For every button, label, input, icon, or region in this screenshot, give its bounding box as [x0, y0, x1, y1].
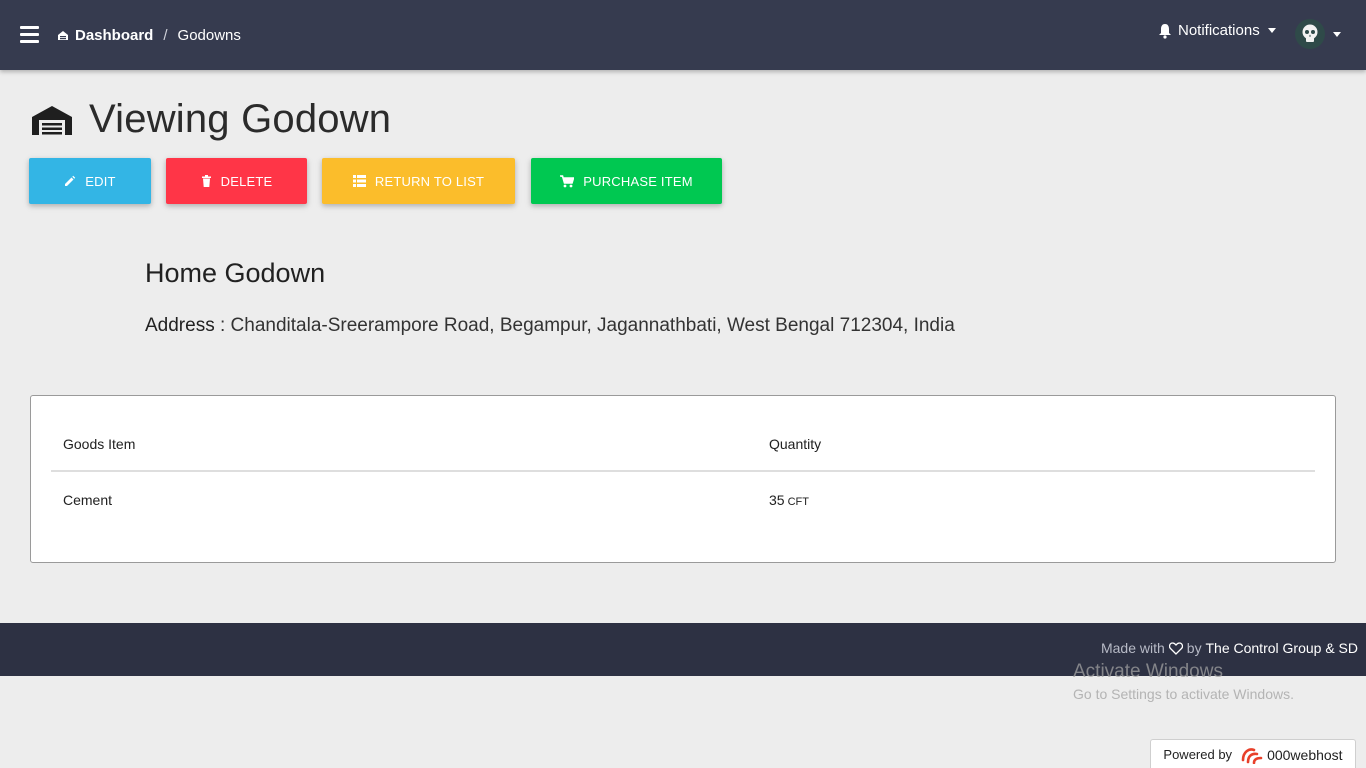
purchase-label: PURCHASE ITEM — [583, 173, 693, 189]
cell-quantity: 35 CFT — [769, 492, 809, 508]
chevron-down-icon — [1333, 31, 1341, 37]
delete-label: DELETE — [220, 173, 273, 189]
delete-button[interactable]: DELETE — [166, 158, 307, 204]
column-header-goods-item: Goods Item — [63, 436, 136, 452]
skull-icon — [1302, 24, 1318, 42]
purchase-item-button[interactable]: PURCHASE ITEM — [531, 158, 722, 204]
table-header: Goods Item Quantity — [51, 396, 1315, 472]
powered-by-label: Powered by — [1163, 747, 1233, 762]
column-header-quantity: Quantity — [769, 436, 822, 452]
webhost-logo-icon — [1241, 747, 1263, 764]
breadcrumb-current: Godowns — [177, 26, 241, 44]
notifications-label: Notifications — [1178, 22, 1260, 39]
breadcrumb-separator: / — [163, 26, 168, 44]
footer-by: by — [1186, 640, 1202, 656]
heart-icon — [1168, 641, 1183, 655]
return-to-list-button[interactable]: RETURN TO LIST — [322, 158, 515, 204]
footer-made-with: Made with — [1100, 640, 1165, 656]
godown-address: Address : Chanditala-Sreerampore Road, B… — [145, 315, 955, 337]
address-label: Address — [145, 315, 215, 336]
quantity-value: 35 — [769, 492, 785, 508]
page-heading: Viewing Godown — [31, 97, 391, 142]
breadcrumb-home-label: Dashboard — [75, 26, 154, 44]
powered-by-brand: 000webhost — [1267, 746, 1343, 763]
cart-icon — [560, 174, 575, 187]
breadcrumb-dashboard-link[interactable]: Dashboard — [56, 27, 153, 44]
pencil-icon — [65, 175, 76, 186]
edit-label: EDIT — [85, 173, 116, 189]
top-navbar: Dashboard / Godowns Notifications — [0, 0, 1366, 70]
quantity-unit: CFT — [787, 496, 809, 508]
return-label: RETURN TO LIST — [374, 173, 485, 189]
powered-by-badge[interactable]: Powered by 000webhost — [1150, 739, 1356, 768]
menu-icon[interactable] — [20, 26, 39, 43]
chevron-down-icon — [1267, 28, 1276, 33]
footer-credit: Made with by The Control Group & SD — [1101, 640, 1358, 656]
edit-button[interactable]: EDIT — [29, 158, 151, 204]
avatar[interactable] — [1295, 19, 1325, 49]
godown-name: Home Godown — [145, 258, 326, 288]
list-icon — [352, 175, 366, 187]
notifications-dropdown[interactable]: Notifications — [1158, 22, 1276, 39]
bell-icon — [1159, 23, 1171, 39]
warehouse-icon — [32, 105, 72, 135]
activate-windows-title: Activate Windows — [1073, 661, 1223, 682]
activate-windows-subtitle: Go to Settings to activate Windows. — [1073, 686, 1294, 702]
trash-icon — [201, 175, 211, 187]
breadcrumb: Dashboard / Godowns — [56, 26, 241, 44]
footer-team-link[interactable]: The Control Group & SD — [1205, 640, 1358, 656]
address-value: Chanditala-Sreerampore Road, Begampur, J… — [230, 315, 955, 336]
table-row: Cement 35 CFT — [51, 474, 1315, 524]
goods-table-card: Goods Item Quantity Cement 35 CFT — [30, 395, 1336, 563]
cell-goods-item: Cement — [63, 492, 113, 508]
user-menu[interactable] — [1295, 19, 1341, 49]
home-icon — [58, 30, 68, 40]
address-separator: : — [219, 315, 226, 336]
page-title: Viewing Godown — [89, 97, 392, 141]
